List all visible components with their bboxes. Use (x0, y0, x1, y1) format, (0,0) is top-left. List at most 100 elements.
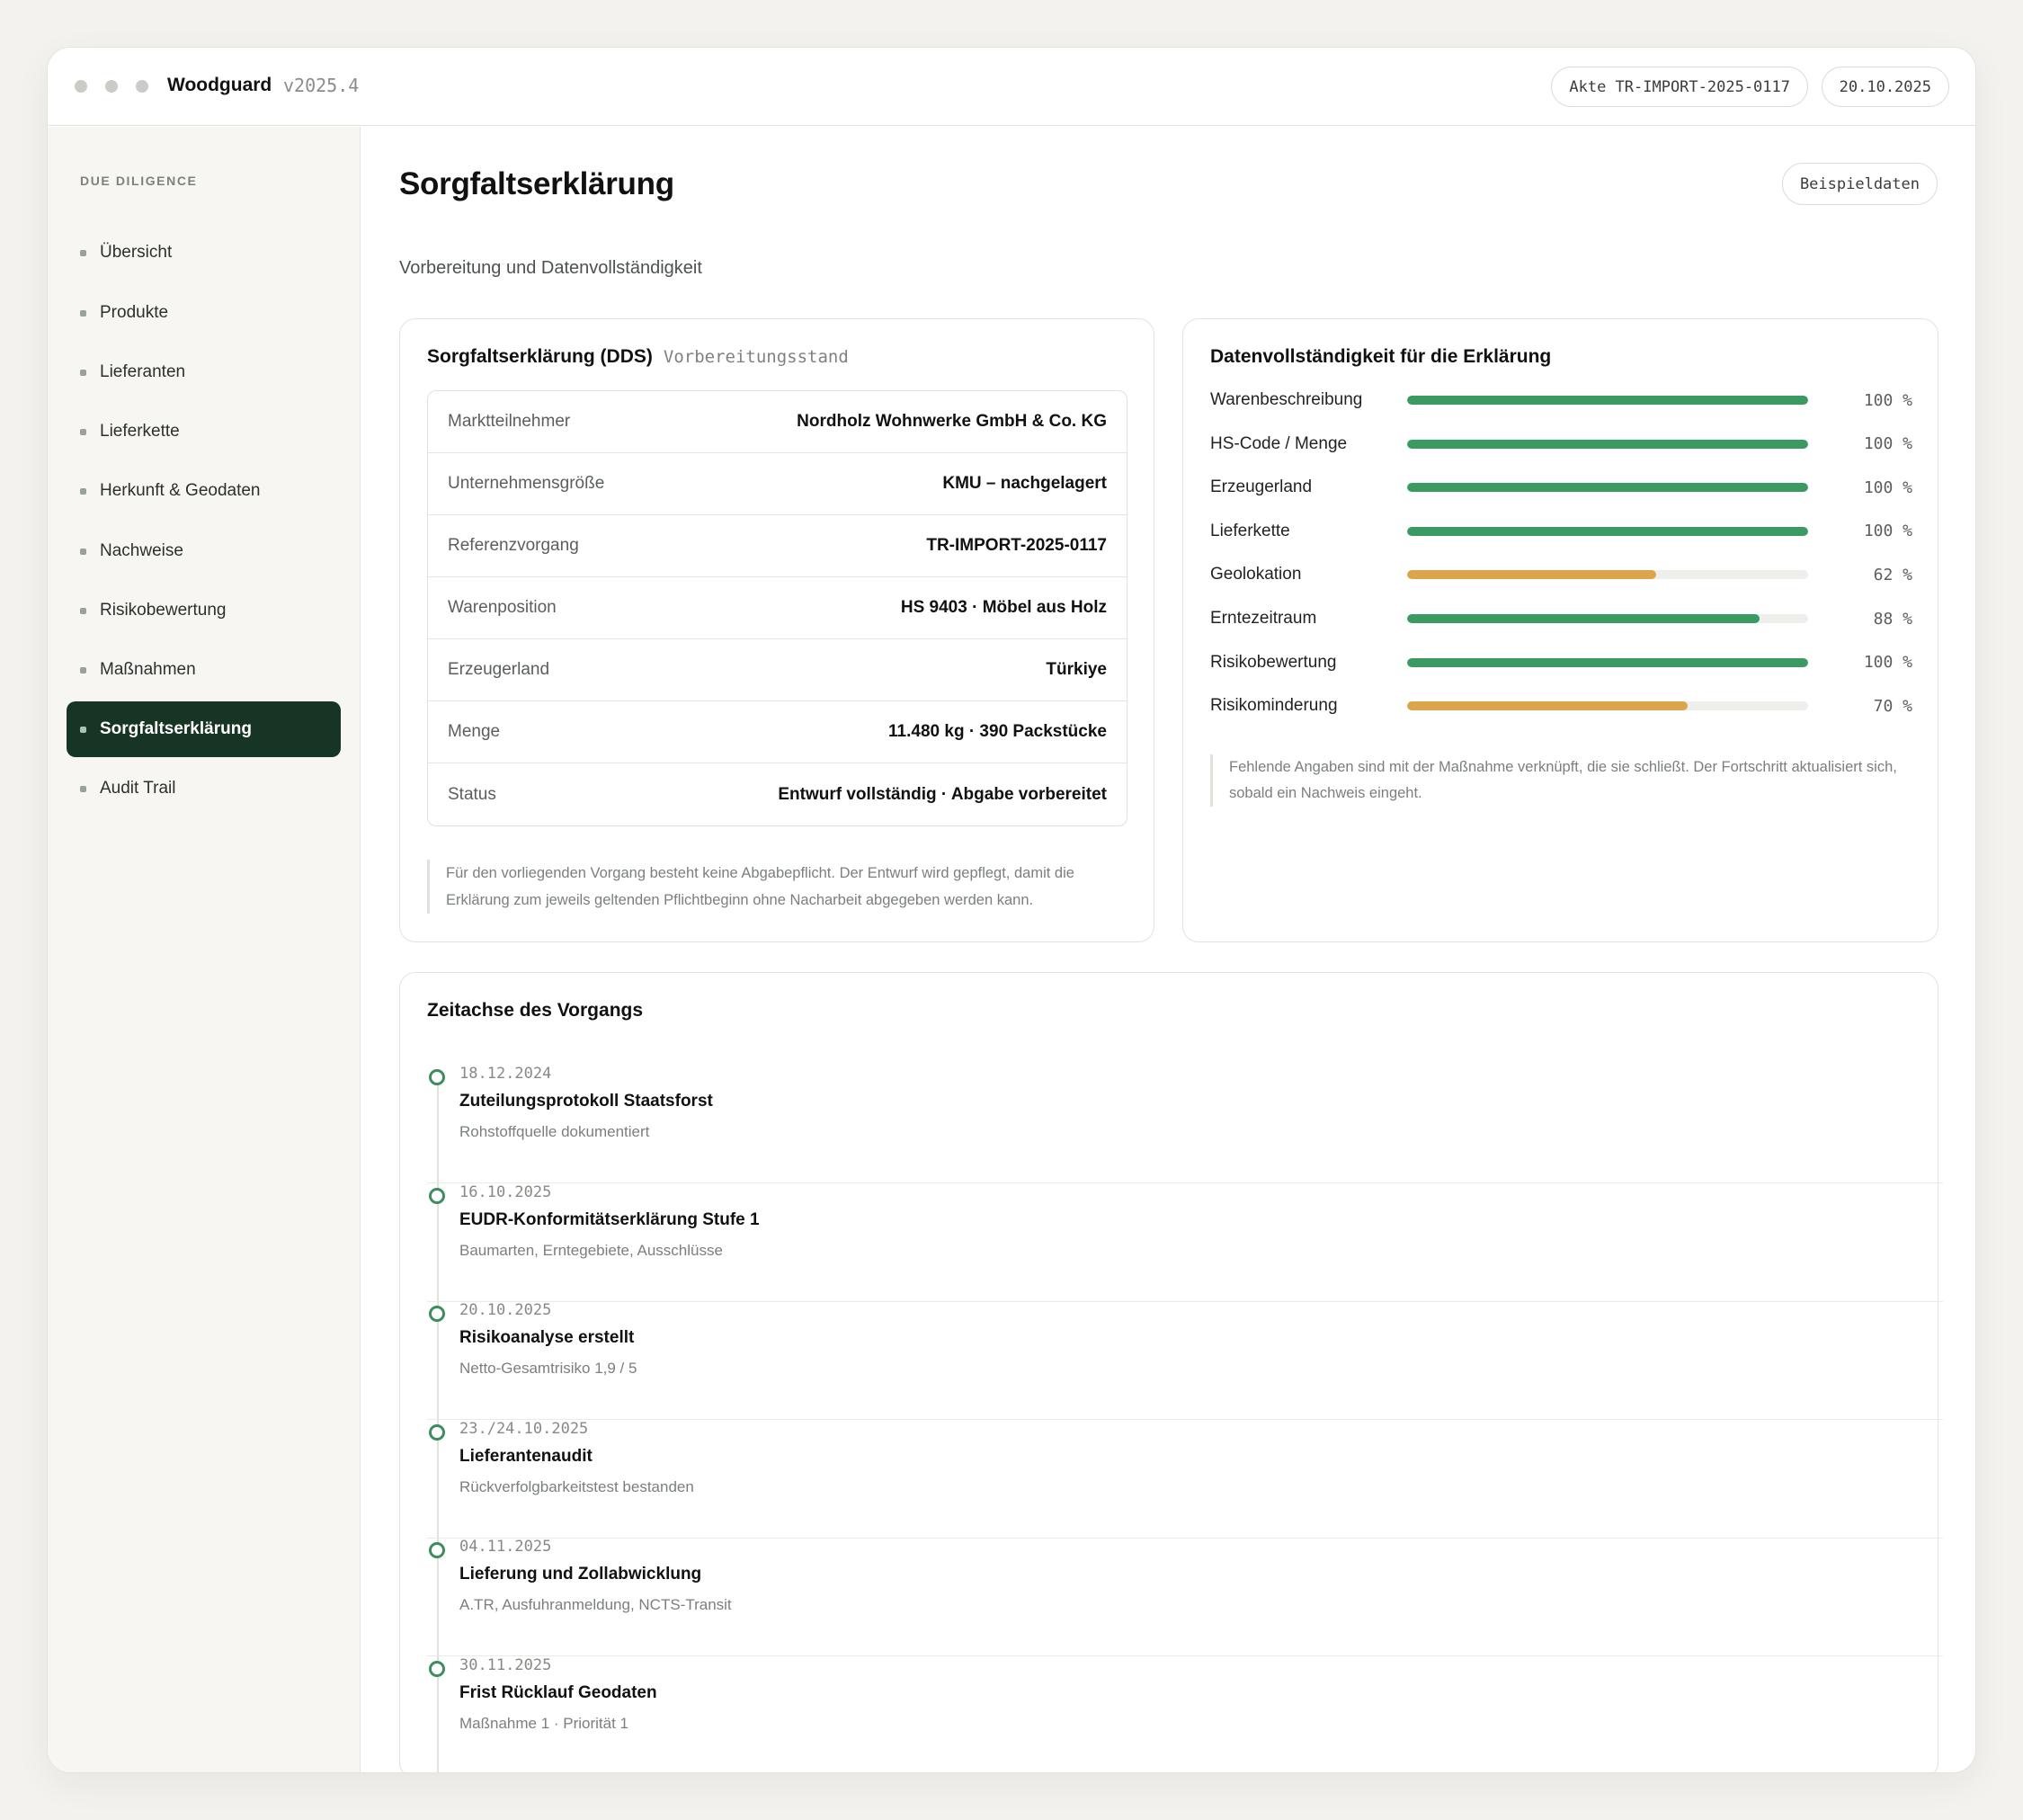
progress-bar (1407, 396, 1808, 405)
completeness-card: Datenvollständigkeit für die Erklärung W… (1182, 318, 1938, 942)
completeness-label: Erntezeitraum (1210, 609, 1317, 628)
table-row: Erzeugerland Türkiye (428, 639, 1127, 701)
timeline-title: EUDR-Konformitätserklärung Stufe 1 (459, 1209, 760, 1229)
completeness-label: Lieferkette (1210, 521, 1290, 540)
timeline-title: Risikoanalyse erstellt (459, 1328, 635, 1347)
sidebar-item-label: Herkunft & Geodaten (100, 481, 261, 500)
completeness-percent: 70 % (1873, 696, 1912, 716)
sidebar: DUE DILIGENCE Übersicht Produkte Liefera… (48, 127, 361, 1772)
row-label: Menge (448, 722, 501, 741)
completeness-row: Geolokation 62 % (1210, 564, 1912, 585)
table-row: Menge 11.480 kg · 390 Packstücke (428, 701, 1127, 763)
progress-bar (1407, 614, 1808, 623)
timeline-marker-icon (429, 1069, 445, 1085)
bullet-icon (80, 488, 86, 495)
date-badge[interactable]: 20.10.2025 (1821, 67, 1949, 107)
row-value: TR-IMPORT-2025-0117 (926, 536, 1107, 555)
window-close-dot[interactable] (75, 80, 87, 93)
timeline-item: 20.10.2025 Risikoanalyse erstellt Netto-Ge… (427, 1301, 1943, 1420)
completeness-row: Warenbeschreibung 100 % (1210, 389, 1912, 411)
timeline-date: 23./24.10.2025 (459, 1419, 589, 1438)
completeness-percent: 100 % (1863, 477, 1912, 497)
table-row: Unternehmensgröße KMU – nachgelagert (428, 453, 1127, 515)
completeness-label: Risikominderung (1210, 696, 1338, 716)
sidebar-item-herkunft-geodaten[interactable]: Herkunft & Geodaten (67, 463, 341, 519)
row-label: Unternehmensgröße (448, 474, 605, 493)
progress-fill (1407, 439, 1808, 449)
completeness-percent: 100 % (1863, 434, 1912, 454)
completeness-row: Erzeugerland 100 % (1210, 477, 1912, 498)
table-row: Warenposition HS 9403 · Möbel aus Holz (428, 577, 1127, 639)
sidebar-item-risikobewertung[interactable]: Risikobewertung (67, 583, 341, 638)
sidebar-item-produkte[interactable]: Produkte (67, 285, 341, 341)
dds-details-table: Marktteilnehmer Nordholz Wohnwerke GmbH … (427, 390, 1127, 826)
sidebar-item-label: Lieferkette (100, 422, 180, 441)
window-minimize-dot[interactable] (105, 80, 118, 93)
window-maximize-dot[interactable] (136, 80, 148, 93)
bullet-icon (80, 667, 86, 674)
sidebar-item-massnahmen[interactable]: Maßnahmen (67, 642, 341, 698)
bullet-icon (80, 370, 86, 376)
progress-bar (1407, 439, 1808, 449)
completeness-note: Fehlende Angaben sind mit der Maßnahme v… (1210, 754, 1907, 807)
completeness-row: Lieferkette 100 % (1210, 521, 1912, 542)
timeline-marker-icon (429, 1542, 445, 1558)
timeline-marker-icon (429, 1423, 445, 1441)
completeness-label: Geolokation (1210, 565, 1302, 584)
completeness-label: Warenbeschreibung (1210, 390, 1363, 409)
timeline-title: Lieferantenaudit (459, 1446, 593, 1466)
progress-bar (1407, 526, 1808, 536)
sidebar-heading: DUE DILIGENCE (80, 174, 198, 188)
completeness-percent: 88 % (1873, 609, 1912, 629)
row-label: Status (448, 784, 496, 804)
timeline-marker-icon (429, 1187, 445, 1204)
progress-fill (1407, 614, 1760, 623)
bullet-icon (80, 250, 86, 256)
progress-fill (1407, 657, 1808, 667)
timeline-title: Zuteilungsprotokoll Staatsforst (459, 1092, 713, 1111)
progress-bar (1407, 701, 1808, 711)
row-value: Nordholz Wohnwerke GmbH & Co. KG (797, 412, 1107, 431)
timeline-item: 23./24.10.2025 Lieferantenaudit Rückverfol… (427, 1420, 1943, 1539)
timeline-date: 30.11.2025 (459, 1655, 552, 1674)
timeline-item: 16.10.2025 EUDR-Konformitätserklärung Stu… (427, 1183, 1943, 1302)
timeline-date: 20.10.2025 (459, 1301, 552, 1319)
sidebar-item-label: Audit Trail (100, 779, 176, 798)
main-content: Sorgfaltserklärung Vorbereitung und Date… (361, 127, 1975, 1772)
dds-card-title: Sorgfaltserklärung (DDS) Vorbereitungssta… (427, 346, 849, 368)
sidebar-item-lieferkette[interactable]: Lieferkette (67, 404, 341, 459)
sidebar-item-audit-trail[interactable]: Audit Trail (67, 761, 341, 816)
dds-card: Sorgfaltserklärung (DDS) Vorbereitungssta… (399, 318, 1154, 942)
table-row: Referenzvorgang TR-IMPORT-2025-0117 (428, 515, 1127, 577)
completeness-row: HS-Code / Menge 100 % (1210, 433, 1912, 455)
sidebar-item-label: Produkte (100, 303, 169, 322)
sidebar-item-uebersicht[interactable]: Übersicht (67, 225, 341, 281)
timeline-item: 18.12.2024 Zuteilungsprotokoll Staatsfors… (427, 1065, 1943, 1183)
completeness-percent: 100 % (1863, 390, 1912, 410)
progress-fill (1407, 701, 1689, 711)
timeline-date: 18.12.2024 (459, 1065, 552, 1083)
row-value: Entwurf vollständig · Abgabe vorbereitet (778, 784, 1107, 804)
timeline-card-title: Zeitachse des Vorgangs (427, 1000, 644, 1021)
bullet-icon (80, 429, 86, 435)
completeness-label: HS-Code / Menge (1210, 433, 1348, 453)
row-value: HS 9403 · Möbel aus Holz (900, 598, 1107, 617)
sidebar-item-lieferanten[interactable]: Lieferanten (67, 344, 341, 400)
sidebar-item-nachweise[interactable]: Nachweise (67, 523, 341, 579)
timeline-title: Lieferung und Zollabwicklung (459, 1565, 702, 1584)
row-value: KMU – nachgelagert (942, 474, 1107, 493)
file-badge[interactable]: Akte TR-IMPORT-2025-0117 (1551, 67, 1808, 107)
timeline-title: Frist Rücklauf Geodaten (459, 1682, 657, 1702)
completeness-percent: 100 % (1863, 522, 1912, 541)
row-label: Marktteilnehmer (448, 412, 571, 431)
completeness-percent: 62 % (1873, 565, 1912, 584)
sample-data-button[interactable]: Beispieldaten (1781, 163, 1938, 205)
app-version: v2025.4 (283, 75, 360, 96)
bullet-icon (80, 727, 86, 733)
timeline-description: Rohstoffquelle dokumentiert (459, 1123, 650, 1140)
dds-note: Für den vorliegenden Vorgang besteht kei… (427, 860, 1110, 914)
sidebar-item-sorgfaltserklaerung[interactable]: Sorgfaltserklärung (67, 701, 341, 757)
completeness-row: Risikominderung 70 % (1210, 695, 1912, 717)
completeness-row: Erntezeitraum 88 % (1210, 608, 1912, 629)
row-label: Referenzvorgang (448, 536, 579, 555)
